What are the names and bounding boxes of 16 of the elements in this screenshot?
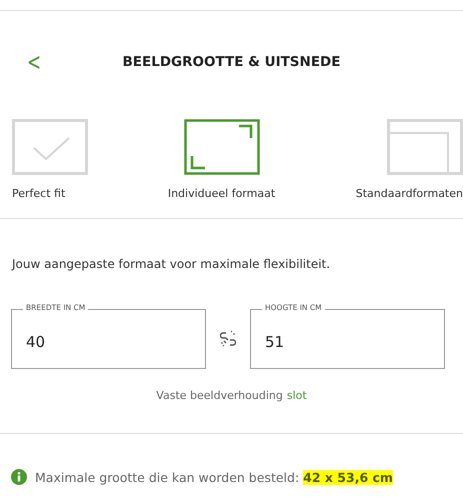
format-option[interactable]: Standaardformaten <box>343 119 463 200</box>
checkmark-frame-icon <box>12 119 88 175</box>
description-text: Jouw aangepaste formaat voor maximale flexibiliteit. <box>10 256 332 271</box>
back-button[interactable]: < <box>24 50 44 74</box>
size-field[interactable]: 40 <box>11 309 206 369</box>
format-option[interactable]: Perfect fit <box>0 119 100 200</box>
frames-icon <box>387 119 463 175</box>
format-option[interactable]: Individueel formaat <box>162 119 282 200</box>
info-text: Maximale grootte die kan worden besteld: 42 x 53,6 cm <box>35 470 393 484</box>
broken-chain-icon[interactable] <box>220 330 236 348</box>
aspect-label: Vaste beeldverhouding <box>156 389 283 402</box>
lock-link[interactable]: slot <box>286 389 307 402</box>
info-icon <box>11 469 27 485</box>
size-field[interactable]: 51 <box>250 309 445 369</box>
resize-frame-icon <box>184 119 260 175</box>
page-title: BEELDGROOTTE & UITSNEDE <box>122 54 340 70</box>
